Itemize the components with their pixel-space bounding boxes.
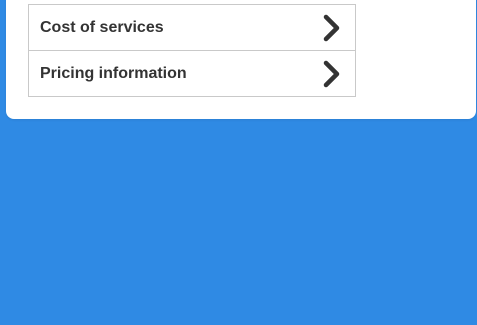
content-card: Cost of services Pricing information [6, 0, 476, 119]
menu-list: Cost of services Pricing information [28, 4, 356, 97]
chevron-right-icon [323, 60, 340, 88]
menu-item-label: Pricing information [40, 65, 187, 82]
menu-item-pricing-information[interactable]: Pricing information [28, 51, 356, 97]
menu-item-cost-of-services[interactable]: Cost of services [28, 4, 356, 51]
chevron-right-icon [323, 14, 340, 42]
menu-item-label: Cost of services [40, 19, 164, 36]
